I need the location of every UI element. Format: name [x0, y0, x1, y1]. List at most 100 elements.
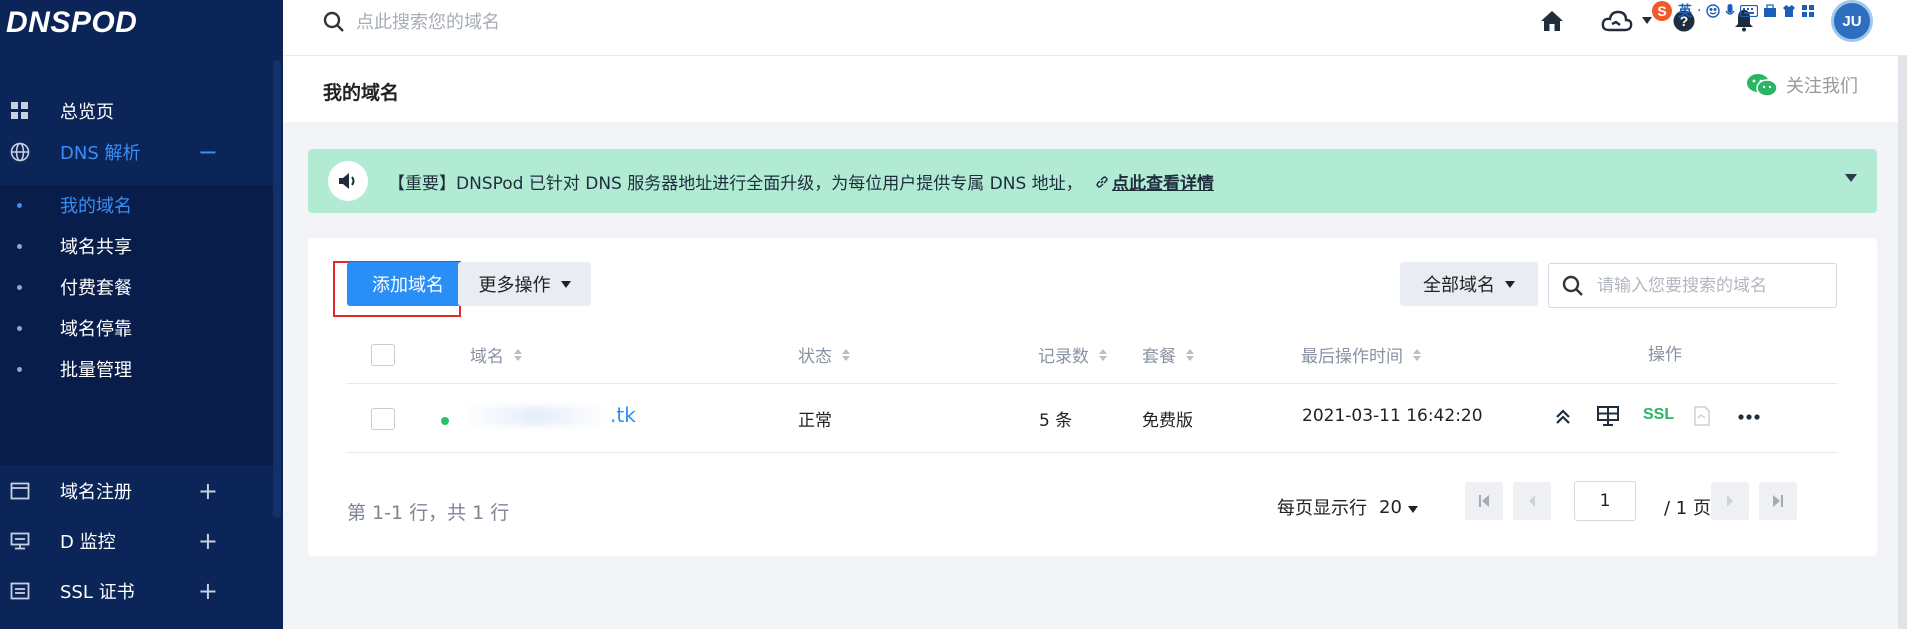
- notice-banner: 【重要】DNSPod 已针对 DNS 服务器地址进行全面升级，为每位用户提供专属…: [308, 149, 1877, 213]
- divider: [347, 452, 1837, 453]
- th-last-op-time[interactable]: 最后操作时间: [1301, 342, 1421, 367]
- more-actions-label: 更多操作: [478, 275, 551, 296]
- first-page-button[interactable]: [1465, 482, 1503, 520]
- row-status: 正常: [798, 411, 832, 431]
- collapse-icon[interactable]: −: [198, 140, 218, 164]
- more-icon[interactable]: [1738, 414, 1760, 420]
- subitem-label: 域名停靠: [60, 319, 132, 340]
- notice-detail-link[interactable]: 点此查看详情: [1095, 169, 1214, 194]
- bullet-icon: [17, 285, 22, 290]
- move-top-icon[interactable]: [1554, 408, 1572, 426]
- prev-page-icon: [1529, 495, 1535, 507]
- ime-language[interactable]: 英: [1678, 1, 1692, 21]
- sort-icon: [842, 348, 850, 362]
- more-actions-button[interactable]: 更多操作: [458, 262, 591, 306]
- th-label: 最后操作时间: [1301, 347, 1403, 367]
- punctuation-icon[interactable]: ·: [1697, 3, 1701, 19]
- domain-list-card: 添加域名 更多操作 全部域名 域名 状态 记录数 套餐 最后操作时间 操作 .t…: [308, 238, 1877, 556]
- prev-page-button[interactable]: [1513, 482, 1551, 520]
- th-status[interactable]: 状态: [798, 342, 850, 367]
- row-plan: 免费版: [1142, 411, 1193, 431]
- last-page-button[interactable]: [1759, 482, 1797, 520]
- speaker-icon: [328, 161, 368, 201]
- redacted-domain: [460, 406, 610, 426]
- search-icon: [322, 10, 346, 34]
- follow-us-label: 关注我们: [1786, 76, 1858, 97]
- per-page-select[interactable]: 20: [1379, 497, 1418, 518]
- sogou-icon[interactable]: S: [1651, 0, 1673, 22]
- th-plan[interactable]: 套餐: [1142, 342, 1194, 367]
- th-actions: 操作: [1648, 340, 1682, 365]
- sidebar-scrollbar[interactable]: [273, 60, 281, 518]
- sidebar-subitem-batch-manage[interactable]: 批量管理: [0, 344, 273, 394]
- th-records[interactable]: 记录数: [1038, 342, 1107, 367]
- th-label: 记录数: [1038, 347, 1089, 367]
- add-domain-button[interactable]: 添加域名: [347, 262, 469, 306]
- notice-link-text: 点此查看详情: [1112, 174, 1214, 194]
- sort-icon: [514, 348, 522, 362]
- notice-text: 【重要】DNSPod 已针对 DNS 服务器地址进行全面升级，为每位用户提供专属…: [388, 174, 1083, 194]
- bullet-icon: [17, 326, 22, 331]
- grid-icon: [10, 101, 30, 121]
- th-domain[interactable]: 域名: [470, 342, 522, 367]
- dns-records-icon[interactable]: [1597, 406, 1619, 426]
- top-search-input[interactable]: [356, 11, 656, 33]
- bullet-icon: [17, 367, 22, 372]
- ime-toolbar[interactable]: S 英 ·: [1651, 0, 1861, 22]
- row-last-op-time: 2021-03-11 16:42:20: [1302, 406, 1483, 426]
- sort-icon: [1099, 348, 1107, 362]
- per-page-label: 每页显示行: [1277, 498, 1367, 519]
- sidebar-item-label: DNS 解析: [60, 143, 141, 164]
- first-page-icon: [1479, 495, 1489, 507]
- follow-us-link[interactable]: 关注我们: [1746, 72, 1858, 98]
- sidebar-item-dns[interactable]: DNS 解析 −: [0, 127, 273, 177]
- domain-filter-label: 全部域名: [1423, 275, 1495, 296]
- page-number-input[interactable]: [1574, 481, 1636, 521]
- sidebar-item-ssl[interactable]: SSL 证书 +: [0, 566, 273, 616]
- bullet-icon: [17, 203, 22, 208]
- status-dot-icon: [441, 417, 449, 425]
- expand-icon[interactable]: +: [198, 579, 218, 603]
- expand-icon[interactable]: +: [198, 479, 218, 503]
- chevron-down-icon: [560, 280, 571, 288]
- expand-icon[interactable]: +: [198, 529, 218, 553]
- page-total: / 1 页: [1664, 498, 1711, 519]
- avatar[interactable]: JU: [1831, 0, 1873, 42]
- domain-search-box[interactable]: [1548, 263, 1837, 308]
- ssl-icon[interactable]: SSL: [1643, 406, 1674, 424]
- search-icon: [1561, 274, 1585, 298]
- subitem-label: 我的域名: [60, 196, 132, 217]
- document-disabled-icon[interactable]: [1693, 406, 1711, 426]
- subitem-label: 域名共享: [60, 237, 132, 258]
- top-search[interactable]: [322, 10, 656, 34]
- sidebar-item-domain-registration[interactable]: 域名注册 +: [0, 466, 273, 516]
- select-all-checkbox[interactable]: [371, 344, 395, 366]
- th-label: 域名: [470, 347, 504, 367]
- subitem-label: 批量管理: [60, 360, 132, 381]
- sidebar-item-d-monitor[interactable]: D 监控 +: [0, 516, 273, 566]
- mic-icon[interactable]: [1725, 3, 1736, 19]
- row-checkbox[interactable]: [371, 408, 395, 430]
- home-icon[interactable]: [1539, 9, 1565, 33]
- chevron-down-icon: [1407, 505, 1418, 513]
- page-title: 我的域名: [323, 82, 400, 104]
- bullet-icon: [17, 244, 22, 249]
- th-label: 操作: [1648, 345, 1682, 365]
- emoji-icon[interactable]: [1706, 4, 1721, 18]
- domain-suffix: .tk: [610, 403, 636, 427]
- domain-search-input[interactable]: [1597, 275, 1827, 296]
- keyboard-icon[interactable]: [1740, 5, 1759, 17]
- dnspod-logo[interactable]: DNSPOD: [6, 6, 137, 40]
- cloud-icon[interactable]: [1601, 10, 1633, 32]
- chevron-down-icon[interactable]: [1845, 174, 1857, 182]
- th-label: 套餐: [1142, 347, 1176, 367]
- skin-icon[interactable]: [1782, 4, 1796, 18]
- per-page-control: 每页显示行 20: [1277, 494, 1418, 520]
- next-page-icon: [1727, 495, 1733, 507]
- grid-menu-icon[interactable]: [1801, 4, 1815, 18]
- toolbox-icon[interactable]: [1763, 4, 1777, 18]
- th-label: 状态: [798, 347, 832, 367]
- domain-filter-select[interactable]: 全部域名: [1400, 262, 1538, 306]
- page-scrollbar[interactable]: [1898, 56, 1907, 629]
- next-page-button[interactable]: [1711, 482, 1749, 520]
